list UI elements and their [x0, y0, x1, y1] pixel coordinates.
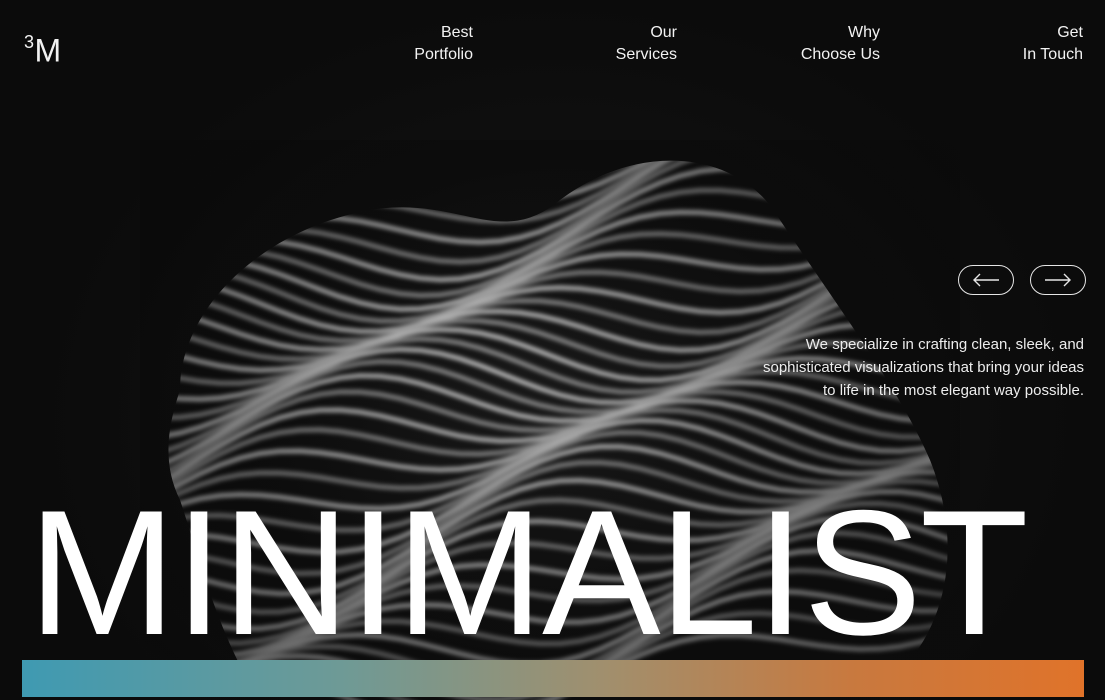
hero-tagline: We specialize in crafting clean, sleek, … [762, 336, 1084, 399]
next-button[interactable] [1030, 265, 1086, 295]
nav-item-line1: Our [650, 24, 677, 41]
nav-item-get-in-touch[interactable]: Get In Touch [1023, 22, 1083, 66]
arrow-left-icon [973, 273, 999, 287]
gradient-bar [22, 660, 1084, 697]
nav-item-line2: Choose Us [800, 46, 880, 63]
nav-item-line2: Services [615, 46, 677, 63]
nav-item-line2: In Touch [1022, 46, 1083, 63]
prev-button[interactable] [958, 265, 1014, 295]
nav-item-line1: Best [440, 24, 473, 41]
logo-superscript: 3 [24, 32, 35, 52]
nav-item-line2: Portfolio [414, 46, 473, 63]
nav-item-line1: Why [848, 24, 880, 41]
nav-item-best-portfolio[interactable]: Best Portfolio [414, 22, 473, 66]
hero-headline: MINIMALIST [28, 473, 1029, 672]
carousel-controls [958, 265, 1086, 295]
arrow-right-icon [1045, 273, 1071, 287]
nav-item-our-services[interactable]: Our Services [616, 22, 677, 66]
nav-item-why-choose-us[interactable]: Why Choose Us [801, 22, 880, 66]
brand-logo[interactable]: 3M [24, 24, 62, 71]
main-nav: Best Portfolio Our Services Why Choose U… [380, 22, 1083, 70]
logo-text: M [34, 32, 62, 69]
nav-item-line1: Get [1057, 24, 1083, 41]
